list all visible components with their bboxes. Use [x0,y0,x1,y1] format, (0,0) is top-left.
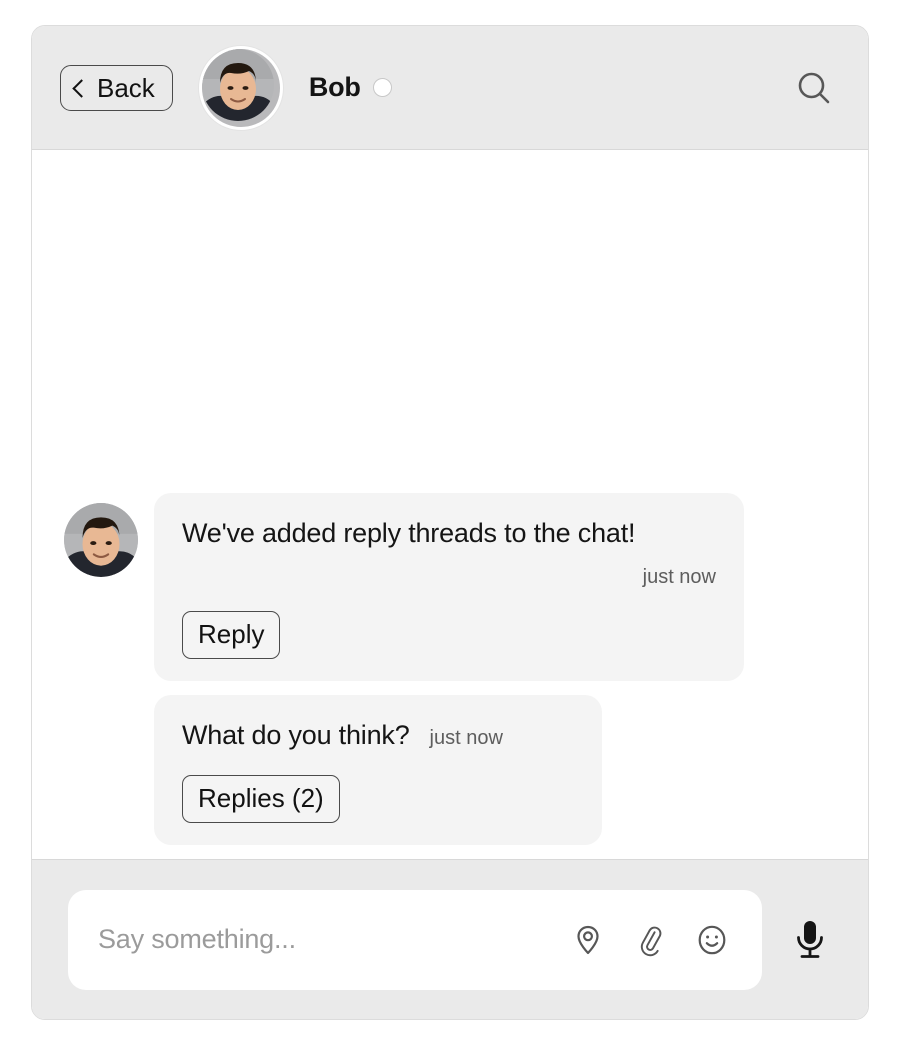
message-timestamp: just now [429,727,503,750]
message-text: What do you think? [182,720,410,751]
message-line: What do you think? just now [182,719,574,753]
message-row: We've added reply threads to the chat! j… [64,492,842,682]
search-icon [798,72,830,103]
avatar [64,502,138,577]
location-pin-icon [577,925,599,954]
microphone-icon [797,920,823,958]
paperclip-icon [640,926,662,956]
message-row: What do you think? just now Replies (2) [64,695,842,845]
back-button-label: Back [97,72,155,103]
chat-header: Back Bob [32,26,868,150]
screen: Back Bob We've added reply threads to th… [0,0,900,1048]
composer-input-wrap[interactable] [68,889,762,990]
chat-window: Back Bob We've added reply threads to th… [31,25,869,1020]
status-circle-icon [372,78,392,97]
chevron-left-icon [72,78,91,98]
back-button[interactable]: Back [60,64,173,111]
replies-button[interactable]: Replies (2) [182,775,340,823]
attach-button[interactable] [630,920,670,960]
search-button[interactable] [786,60,842,116]
header-title-wrap: Bob [309,72,786,103]
emoji-button[interactable] [692,920,732,960]
page-title: Bob [308,72,361,102]
message-list: We've added reply threads to the chat! j… [32,150,868,859]
message-bubble: We've added reply threads to the chat! j… [154,492,744,682]
message-text: We've added reply threads to the chat! [182,517,636,548]
location-button[interactable] [568,920,608,960]
message-input[interactable] [98,924,568,955]
message-bubble: What do you think? just now Replies (2) [154,695,602,845]
avatar [198,45,283,130]
composer [32,859,868,1019]
composer-icons [568,920,738,960]
message-timestamp: just now [642,566,716,589]
reply-button[interactable]: Reply [182,611,281,660]
smiley-icon [698,925,726,954]
voice-record-button[interactable] [782,912,838,968]
